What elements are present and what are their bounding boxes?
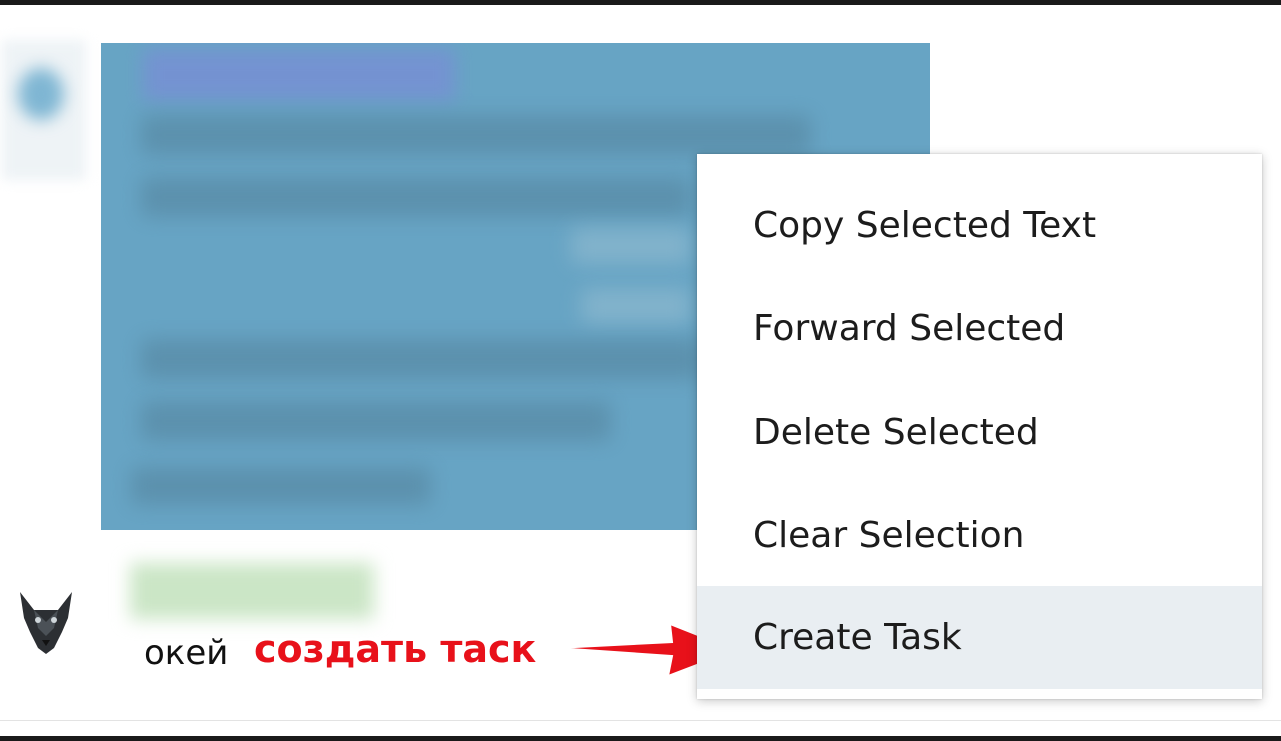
annotation-label: создать таск [254, 627, 537, 671]
blurred-text-line [141, 401, 611, 441]
top-border [0, 0, 1281, 5]
blurred-text-line [141, 177, 691, 217]
blurred-text-line [571, 228, 691, 264]
menu-item-clear-selection[interactable]: Clear Selection [697, 484, 1262, 587]
blurred-text-line [141, 115, 811, 155]
menu-item-delete-selected[interactable]: Delete Selected [697, 381, 1262, 484]
wolf-avatar-icon[interactable] [14, 588, 78, 656]
menu-item-create-task[interactable]: Create Task [697, 586, 1262, 689]
context-menu: Copy Selected Text Forward Selected Dele… [697, 154, 1262, 699]
blurred-sender-name [130, 563, 374, 619]
bottom-border [0, 736, 1281, 741]
menu-item-forward-selected[interactable]: Forward Selected [697, 277, 1262, 380]
blurred-text-line [131, 467, 431, 505]
message-text: окей [144, 633, 229, 673]
blurred-sender-name [143, 49, 455, 101]
blurred-text-line [141, 339, 701, 379]
blurred-avatar-image [18, 68, 64, 120]
divider [0, 720, 1281, 721]
blurred-text-line [581, 288, 691, 324]
menu-item-copy-selected-text[interactable]: Copy Selected Text [697, 174, 1262, 277]
screenshot-frame: окей создать таск Copy Selected Text For… [0, 0, 1281, 741]
